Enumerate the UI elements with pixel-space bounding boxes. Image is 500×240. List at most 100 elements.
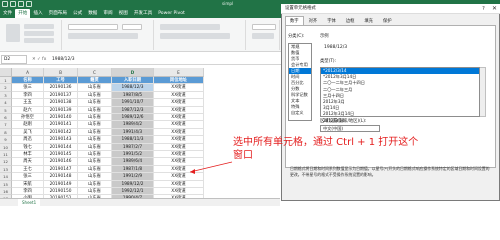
table-cell[interactable]: 1987/8/5: [112, 91, 154, 100]
table-cell[interactable]: 山东省: [78, 173, 112, 181]
table-cell[interactable]: 钱七: [12, 143, 44, 151]
sheet-tab[interactable]: Sheet1: [18, 199, 41, 206]
formula-input[interactable]: 1988/12/3: [52, 55, 75, 64]
table-cell[interactable]: 李四: [12, 91, 44, 100]
type-list[interactable]: *2012/3/14 *2012年3月14日 二〇一二年三月十四日 二〇一二年三月 三月…: [320, 67, 480, 123]
table-cell[interactable]: 吴飞: [12, 128, 44, 137]
table-cell[interactable]: 1989/4/2: [112, 121, 154, 129]
ribbon-tab[interactable]: 开发工具: [131, 9, 155, 18]
table-cell[interactable]: 张三: [12, 84, 44, 92]
table-cell[interactable]: 山东省: [78, 121, 112, 129]
table-cell[interactable]: 王七: [12, 165, 44, 174]
locale-select[interactable]: 中文(中国): [320, 125, 380, 132]
row-header[interactable]: 16: [0, 188, 12, 196]
table-cell[interactable]: 1989/12/6: [112, 114, 154, 122]
table-cell[interactable]: 20190145: [44, 151, 78, 159]
table-cell[interactable]: 20190142: [44, 128, 78, 137]
dialog-tab[interactable]: 边框: [341, 16, 360, 25]
table-cell[interactable]: 山东省: [78, 136, 112, 144]
table-cell[interactable]: 1989/12/2: [112, 180, 154, 188]
ribbon-tab[interactable]: Power Pivot: [155, 9, 188, 18]
table-cell[interactable]: 赵刚: [12, 121, 44, 129]
table-cell[interactable]: 1991/10/7: [112, 99, 154, 107]
table-cell[interactable]: 20190146: [44, 158, 78, 166]
table-header-cell[interactable]: 工号: [44, 77, 78, 85]
quick-access-toolbar[interactable]: [2, 1, 32, 8]
row-header[interactable]: 13: [0, 165, 12, 174]
table-cell[interactable]: 20190136: [44, 84, 78, 92]
row-header[interactable]: 2: [0, 84, 12, 92]
table-cell[interactable]: XX街道: [154, 84, 204, 92]
table-cell[interactable]: XX街道: [154, 180, 204, 188]
table-cell[interactable]: 1989/6/4: [112, 158, 154, 166]
table-cell[interactable]: 山东省: [78, 99, 112, 107]
column-header[interactable]: B: [44, 68, 78, 77]
category-item[interactable]: 自定义: [289, 110, 311, 116]
ribbon-tab[interactable]: 审阅: [100, 9, 115, 18]
row-header[interactable]: 10: [0, 143, 12, 151]
table-header-cell[interactable]: 岗位地址: [154, 77, 204, 85]
row-header[interactable]: 11: [0, 151, 12, 159]
table-cell[interactable]: 1987/1/8: [112, 165, 154, 174]
table-cell[interactable]: 山东省: [78, 106, 112, 114]
table-cell[interactable]: 1991/4/3: [112, 128, 154, 137]
ribbon-tab[interactable]: 插入: [30, 9, 45, 18]
table-cell[interactable]: 20190138: [44, 99, 78, 107]
name-box[interactable]: D2: [1, 55, 27, 64]
ribbon-tab[interactable]: 视图: [116, 9, 131, 18]
table-cell[interactable]: 山东省: [78, 91, 112, 100]
row-header[interactable]: 9: [0, 136, 12, 144]
table-cell[interactable]: 1992/12/1: [112, 188, 154, 196]
table-cell[interactable]: 山东省: [78, 165, 112, 174]
table-cell[interactable]: 20190149: [44, 180, 78, 188]
table-cell[interactable]: 山东省: [78, 151, 112, 159]
dialog-tab[interactable]: 对齐: [304, 16, 323, 25]
table-cell[interactable]: 孙悟空: [12, 114, 44, 122]
ribbon-tab[interactable]: 页面布局: [46, 9, 70, 18]
table-cell[interactable]: 1987/2/7: [112, 143, 154, 151]
column-header[interactable]: E: [154, 68, 204, 77]
table-cell[interactable]: 1988/12/3: [112, 84, 154, 92]
table-cell[interactable]: 赵六: [12, 106, 44, 114]
table-cell[interactable]: XX街道: [154, 188, 204, 196]
table-header-cell[interactable]: 籍贯: [78, 77, 112, 85]
type-list-scrollbar[interactable]: [480, 67, 486, 117]
row-header[interactable]: 5: [0, 106, 12, 114]
table-cell[interactable]: 山东省: [78, 84, 112, 92]
table-cell[interactable]: 张三: [12, 173, 44, 181]
grid-corner[interactable]: [0, 68, 12, 77]
ribbon-tab[interactable]: 数据: [85, 9, 100, 18]
column-header[interactable]: D: [112, 68, 154, 77]
row-header[interactable]: 12: [0, 158, 12, 166]
ribbon-tab[interactable]: 公式: [70, 9, 85, 18]
table-cell[interactable]: 山东省: [78, 128, 112, 137]
row-header[interactable]: 7: [0, 121, 12, 129]
row-header[interactable]: 6: [0, 114, 12, 122]
dialog-tab[interactable]: 数字: [285, 16, 304, 25]
table-cell[interactable]: 20190150: [44, 188, 78, 196]
table-cell[interactable]: 20190140: [44, 114, 78, 122]
column-header[interactable]: A: [12, 68, 44, 77]
dialog-tab[interactable]: 保护: [378, 16, 397, 25]
dialog-tab[interactable]: 字体: [322, 16, 341, 25]
formula-icons[interactable]: ✕ ✓ fx: [32, 55, 46, 64]
table-cell[interactable]: 山东省: [78, 158, 112, 166]
table-cell[interactable]: 1991/5/2: [112, 151, 154, 159]
table-cell[interactable]: 1987/12/3: [112, 106, 154, 114]
table-cell[interactable]: 20190141: [44, 121, 78, 129]
table-cell[interactable]: XX街道: [154, 99, 204, 107]
row-header[interactable]: 1: [0, 77, 12, 85]
dialog-tab[interactable]: 填充: [359, 16, 378, 25]
table-cell[interactable]: XX街道: [154, 106, 204, 114]
close-icon[interactable]: ✕: [490, 4, 499, 14]
table-header-cell[interactable]: 名称: [12, 77, 44, 85]
column-header[interactable]: C: [78, 68, 112, 77]
table-cell[interactable]: 20190148: [44, 173, 78, 181]
table-cell[interactable]: 20190137: [44, 91, 78, 100]
table-cell[interactable]: 1988/11/3: [112, 136, 154, 144]
row-header[interactable]: 4: [0, 99, 12, 107]
table-cell[interactable]: 王五: [12, 99, 44, 107]
ribbon-tab[interactable]: 文件: [0, 9, 15, 18]
row-header[interactable]: 3: [0, 91, 12, 100]
table-cell[interactable]: 20190143: [44, 136, 78, 144]
